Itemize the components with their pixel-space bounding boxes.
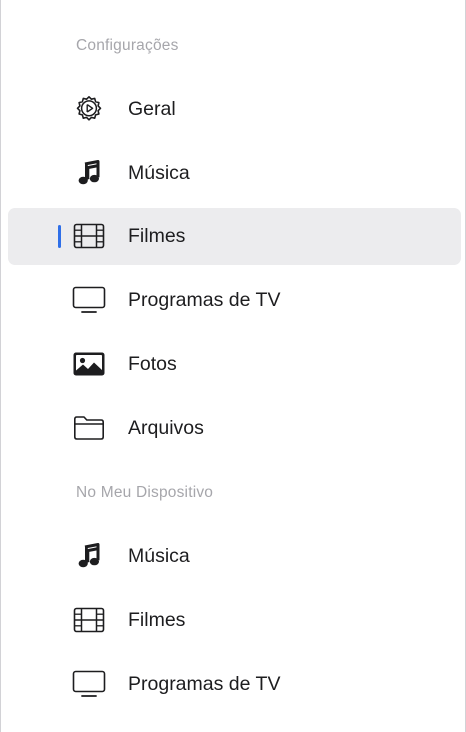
sidebar-item-device-programas-de-tv[interactable]: Programas de TV [8,656,461,713]
selection-indicator [58,225,61,248]
sidebar-item-musica[interactable]: Música [8,145,461,202]
sidebar-item-device-musica[interactable]: Música [8,528,461,585]
sidebar-item-filmes[interactable]: Filmes [8,208,461,265]
sidebar-item-label: Programas de TV [128,673,281,695]
photo-icon [71,350,107,378]
sidebar: Configurações Geral Música Filmes Progra… [0,0,466,732]
sidebar-item-label: Filmes [128,225,186,247]
sidebar-item-label: Programas de TV [128,289,281,311]
gear-icon [71,95,107,123]
sidebar-item-arquivos[interactable]: Arquivos [8,400,461,457]
sidebar-item-fotos[interactable]: Fotos [8,336,461,393]
sidebar-item-label: Filmes [128,609,186,631]
section-header-no-meu-dispositivo: No Meu Dispositivo [76,484,214,501]
sidebar-item-programas-de-tv[interactable]: Programas de TV [8,272,461,329]
tv-icon [71,670,107,698]
sidebar-item-device-filmes[interactable]: Filmes [8,592,461,649]
sidebar-item-geral[interactable]: Geral [8,81,461,138]
sidebar-item-label: Geral [128,98,176,120]
film-icon [71,606,107,634]
sidebar-item-label: Música [128,162,190,184]
tv-icon [71,286,107,314]
sidebar-item-label: Arquivos [128,417,204,439]
music-note-icon [71,159,107,187]
folder-icon [71,414,107,442]
section-header-configuracoes: Configurações [76,37,179,54]
film-icon [71,222,107,250]
sidebar-item-label: Fotos [128,353,177,375]
sidebar-item-label: Música [128,545,190,567]
music-note-icon [71,542,107,570]
